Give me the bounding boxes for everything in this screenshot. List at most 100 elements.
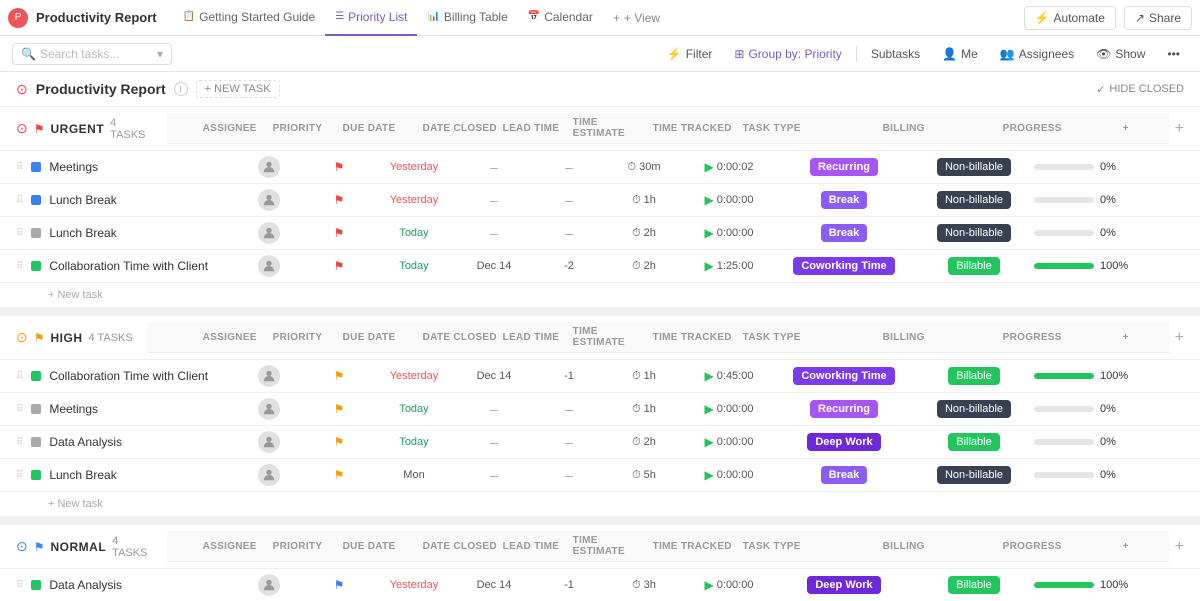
show-button[interactable]: 👁 Show: [1088, 44, 1153, 64]
section-high: ⊙ ⚑ HIGH 4 TASKS ASSIGNEE PRIORITY DUE D…: [0, 316, 1200, 517]
task-row: ⠿ Collaboration Time with Client ⚑ Today…: [0, 250, 1200, 283]
me-button[interactable]: 👤 Me: [934, 44, 986, 64]
calendar-icon: 📅: [528, 11, 540, 22]
section-add-high[interactable]: +: [1175, 329, 1184, 347]
billing-badge: Non-billable: [937, 224, 1011, 242]
drag-handle[interactable]: ⠿: [16, 228, 23, 239]
task-name: ⠿ Lunch Break: [16, 193, 234, 207]
lead-time-cell: -1: [534, 370, 604, 382]
drag-handle[interactable]: ⠿: [16, 470, 23, 481]
lead-time-cell: –: [534, 467, 604, 483]
tab-billing-table[interactable]: 📊 Billing Table: [417, 0, 517, 36]
tab-calendar[interactable]: 📅 Calendar: [518, 0, 603, 36]
task-type-badge: Break: [821, 191, 868, 209]
assignee-cell: [234, 255, 304, 277]
progress-bar: [1034, 406, 1094, 412]
drag-handle[interactable]: ⠿: [16, 195, 23, 206]
billing-badge: Billable: [948, 367, 999, 385]
assignee-cell: [234, 222, 304, 244]
table-header-normal: ASSIGNEE PRIORITY DUE DATE DATE CLOSED L…: [167, 531, 1169, 562]
task-row: ⠿ Collaboration Time with Client ⚑ Yeste…: [0, 360, 1200, 393]
time-tracked-cell: ▶ 0:00:00: [684, 468, 774, 482]
filter-button[interactable]: ⚡ Filter: [659, 44, 721, 64]
info-icon[interactable]: i: [174, 82, 188, 96]
task-type-cell: Break: [774, 194, 914, 206]
new-task-button[interactable]: + NEW TASK: [196, 80, 280, 98]
due-date-cell: Yesterday: [374, 194, 454, 206]
subtasks-button[interactable]: Subtasks: [863, 44, 928, 64]
drag-handle[interactable]: ⠿: [16, 404, 23, 415]
progress-cell: 0%: [1034, 436, 1154, 448]
assignee-cell: [234, 398, 304, 420]
assignee-cell: [234, 464, 304, 486]
play-icon: ▶: [705, 468, 714, 482]
eye-icon: 👁: [1096, 47, 1111, 61]
assignee-cell: [234, 156, 304, 178]
task-name: ⠿ Meetings: [16, 160, 234, 174]
clock-icon: ⏱: [632, 194, 641, 207]
drag-handle[interactable]: ⠿: [16, 162, 23, 173]
task-row: ⠿ Meetings ⚑ Today – – ⏱ 1h ▶ 0:00:00: [0, 393, 1200, 426]
assignees-icon: 👥: [1000, 47, 1015, 61]
search-box[interactable]: 🔍 Search tasks... ▾: [12, 43, 172, 65]
table-header-high: ASSIGNEE PRIORITY DUE DATE DATE CLOSED L…: [147, 322, 1169, 353]
high-status-icon: ⊙: [16, 329, 28, 346]
task-type-badge: Break: [821, 224, 868, 242]
normal-status-icon: ⊙: [16, 538, 28, 555]
time-estimate-cell: ⏱ 1h: [604, 403, 684, 416]
section-count-normal: 4 TASKS: [112, 535, 152, 559]
assignee-avatar: [258, 431, 280, 453]
billing-cell: Non-billable: [914, 227, 1034, 239]
task-type-cell: Recurring: [774, 161, 914, 173]
lead-time-cell: –: [534, 225, 604, 241]
priority-flag: ⚑: [304, 160, 374, 174]
progress-bar: [1034, 197, 1094, 203]
assignees-button[interactable]: 👥 Assignees: [992, 44, 1082, 64]
section-add-normal[interactable]: +: [1175, 538, 1184, 556]
task-type-cell: Coworking Time: [774, 370, 914, 382]
progress-cell: 0%: [1034, 227, 1154, 239]
billing-badge: Billable: [948, 433, 999, 451]
tab-getting-started[interactable]: 📋 Getting Started Guide: [173, 0, 326, 36]
hide-closed-button[interactable]: ✓ HIDE CLOSED: [1096, 83, 1184, 96]
tab-priority-list[interactable]: ☰ Priority List: [325, 0, 417, 36]
task-type-badge: Coworking Time: [793, 367, 894, 385]
priority-flag: ⚑: [304, 193, 374, 207]
section-title-urgent: URGENT: [51, 122, 105, 136]
drag-handle[interactable]: ⠿: [16, 371, 23, 382]
drag-handle[interactable]: ⠿: [16, 437, 23, 448]
section-title-normal: NORMAL: [51, 540, 107, 554]
section-urgent: ⊙ ⚑ URGENT 4 TASKS ASSIGNEE PRIORITY DUE…: [0, 107, 1200, 308]
more-options-button[interactable]: •••: [1159, 44, 1188, 64]
automate-button[interactable]: ⚡ Automate: [1024, 6, 1116, 30]
task-status-dot: [31, 470, 41, 480]
progress-cell: 100%: [1034, 370, 1154, 382]
billing-cell: Non-billable: [914, 403, 1034, 415]
task-name: ⠿ Lunch Break: [16, 468, 234, 482]
time-tracked-cell: ▶ 0:45:00: [684, 369, 774, 383]
add-task-urgent[interactable]: + New task: [0, 283, 1200, 308]
person-icon: 👤: [942, 47, 957, 61]
add-task-high[interactable]: + New task: [0, 492, 1200, 517]
assignee-avatar: [258, 156, 280, 178]
play-icon: ▶: [705, 259, 714, 273]
time-estimate-cell: ⏱ 1h: [604, 370, 684, 383]
drag-handle[interactable]: ⠿: [16, 261, 23, 272]
drag-handle[interactable]: ⠿: [16, 580, 23, 591]
toolbar: 🔍 Search tasks... ▾ ⚡ Filter ⊞ Group by:…: [0, 36, 1200, 72]
add-view-button[interactable]: + + View: [603, 11, 670, 25]
assignee-avatar: [258, 255, 280, 277]
assignee-avatar: [258, 574, 280, 596]
section-add-urgent[interactable]: +: [1175, 120, 1184, 138]
task-name: ⠿ Data Analysis: [16, 435, 234, 449]
group-by-button[interactable]: ⊞ Group by: Priority: [726, 44, 849, 64]
task-row: ⠿ Lunch Break ⚑ Yesterday – – ⏱ 1h ▶ 0:0…: [0, 184, 1200, 217]
date-closed-cell: –: [454, 467, 534, 483]
clock-icon: ⏱: [632, 469, 641, 482]
task-type-cell: Deep Work: [774, 579, 914, 591]
section-count-high: 4 TASKS: [89, 332, 133, 344]
search-input: Search tasks...: [40, 47, 119, 61]
share-button[interactable]: ↗ Share: [1124, 6, 1192, 30]
task-row: ⠿ Data Analysis ⚑ Today – – ⏱ 2h ▶ 0:00:…: [0, 426, 1200, 459]
date-closed-cell: –: [454, 401, 534, 417]
